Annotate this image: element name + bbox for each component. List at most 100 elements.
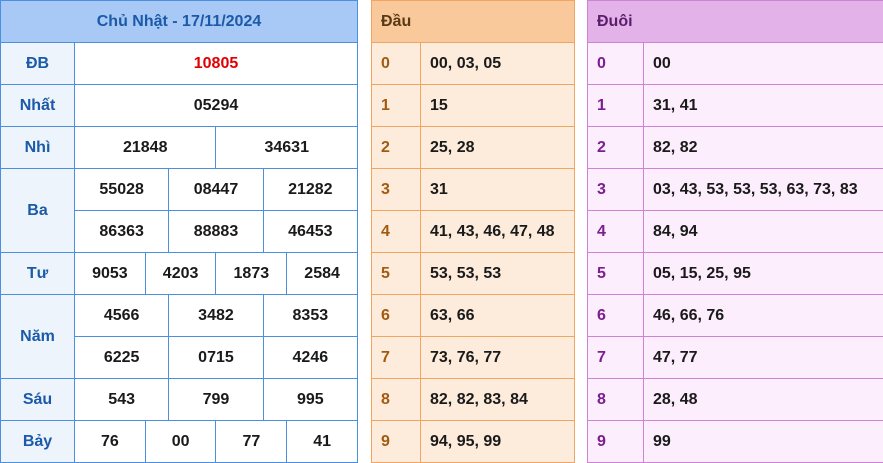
digit-label: 9: [372, 421, 421, 463]
third-prize-value: 46453: [263, 211, 357, 253]
digit-label: 8: [372, 379, 421, 421]
seventh-prize-value: 41: [287, 421, 358, 463]
fifth-prize-value: 3482: [169, 295, 263, 337]
fourth-prize-value: 9053: [75, 253, 146, 295]
digit-values: 05, 15, 25, 95: [644, 253, 883, 295]
digit-label: 7: [588, 337, 644, 379]
table-row: 663, 66: [372, 295, 575, 337]
digit-values: 73, 76, 77: [421, 337, 575, 379]
digit-values: 00, 03, 05: [421, 43, 575, 85]
table-row: 303, 43, 53, 53, 53, 63, 73, 83: [588, 169, 883, 211]
prize-row-second: Nhì 21848 34631: [1, 127, 358, 169]
table-row: 282, 82: [588, 127, 883, 169]
tail-digit-table: Đuôi 000 131, 41 282, 82 303, 43, 53, 53…: [587, 0, 883, 463]
table-row: 773, 76, 77: [372, 337, 575, 379]
digit-label: 4: [372, 211, 421, 253]
third-prize-value: 86363: [75, 211, 169, 253]
digit-label: 6: [588, 295, 644, 337]
digit-values: 28, 48: [644, 379, 883, 421]
digit-values: 53, 53, 53: [421, 253, 575, 295]
digit-label: 0: [372, 43, 421, 85]
third-prize-value: 88883: [169, 211, 263, 253]
head-digit-table: Đầu 000, 03, 05 115 225, 28 331 441, 43,…: [371, 0, 575, 463]
prize-label-special: ĐB: [1, 43, 75, 85]
digit-values: 41, 43, 46, 47, 48: [421, 211, 575, 253]
sixth-prize-value: 543: [75, 379, 169, 421]
prize-label-sixth: Sáu: [1, 379, 75, 421]
digit-values: 94, 95, 99: [421, 421, 575, 463]
table-row: 000: [588, 43, 883, 85]
digit-values: 31, 41: [644, 85, 883, 127]
digit-values: 99: [644, 421, 883, 463]
prize-row-fourth: Tư 9053 4203 1873 2584: [1, 253, 358, 295]
sixth-prize-value: 799: [169, 379, 263, 421]
digit-values: 03, 43, 53, 53, 53, 63, 73, 83: [644, 169, 883, 211]
prize-row-seventh: Bảy 76 00 77 41: [1, 421, 358, 463]
digit-label: 3: [588, 169, 644, 211]
digit-label: 1: [588, 85, 644, 127]
results-title: Chủ Nhật - 17/11/2024: [1, 1, 358, 43]
digit-label: 1: [372, 85, 421, 127]
prize-row-third: Ba 55028 08447 21282: [1, 169, 358, 211]
digit-label: 0: [588, 43, 644, 85]
digit-values: 84, 94: [644, 211, 883, 253]
digit-label: 9: [588, 421, 644, 463]
digit-values: 31: [421, 169, 575, 211]
digit-label: 8: [588, 379, 644, 421]
table-row: 646, 66, 76: [588, 295, 883, 337]
prize-label-seventh: Bảy: [1, 421, 75, 463]
digit-values: 82, 82: [644, 127, 883, 169]
table-row: 828, 48: [588, 379, 883, 421]
digit-values: 63, 66: [421, 295, 575, 337]
digit-label: 3: [372, 169, 421, 211]
digit-values: 47, 77: [644, 337, 883, 379]
table-row: 882, 82, 83, 84: [372, 379, 575, 421]
table-row: 115: [372, 85, 575, 127]
fourth-prize-value: 4203: [145, 253, 216, 295]
table-row: 747, 77: [588, 337, 883, 379]
digit-label: 2: [372, 127, 421, 169]
fifth-prize-value: 4566: [75, 295, 169, 337]
seventh-prize-value: 76: [75, 421, 146, 463]
second-prize-value: 21848: [75, 127, 216, 169]
fifth-prize-value: 8353: [263, 295, 357, 337]
table-row: 484, 94: [588, 211, 883, 253]
digit-values: 15: [421, 85, 575, 127]
third-prize-value: 21282: [263, 169, 357, 211]
digit-label: 4: [588, 211, 644, 253]
prize-label-second: Nhì: [1, 127, 75, 169]
prize-row-sixth: Sáu 543 799 995: [1, 379, 358, 421]
table-row: 225, 28: [372, 127, 575, 169]
tail-digit-title: Đuôi: [588, 1, 883, 43]
table-row: 994, 95, 99: [372, 421, 575, 463]
head-digit-title: Đầu: [372, 1, 575, 43]
table-row: 131, 41: [588, 85, 883, 127]
digit-label: 7: [372, 337, 421, 379]
sixth-prize-value: 995: [263, 379, 357, 421]
digit-label: 5: [372, 253, 421, 295]
fifth-prize-value: 4246: [263, 337, 357, 379]
prize-row-first: Nhất 05294: [1, 85, 358, 127]
fifth-prize-value: 0715: [169, 337, 263, 379]
table-row: 505, 15, 25, 95: [588, 253, 883, 295]
third-prize-value: 08447: [169, 169, 263, 211]
fifth-prize-value: 6225: [75, 337, 169, 379]
digit-values: 46, 66, 76: [644, 295, 883, 337]
digit-label: 2: [588, 127, 644, 169]
second-prize-value: 34631: [216, 127, 358, 169]
third-prize-value: 55028: [75, 169, 169, 211]
lottery-results-table: Chủ Nhật - 17/11/2024 ĐB 10805 Nhất 0529…: [0, 0, 358, 463]
prize-label-fourth: Tư: [1, 253, 75, 295]
table-row: 553, 53, 53: [372, 253, 575, 295]
fourth-prize-value: 1873: [216, 253, 287, 295]
prize-label-fifth: Năm: [1, 295, 75, 379]
digit-label: 5: [588, 253, 644, 295]
special-prize-value: 10805: [75, 43, 358, 85]
table-row: 441, 43, 46, 47, 48: [372, 211, 575, 253]
prize-row-fifth: Năm 4566 3482 8353: [1, 295, 358, 337]
prize-label-first: Nhất: [1, 85, 75, 127]
table-row: 999: [588, 421, 883, 463]
fourth-prize-value: 2584: [287, 253, 358, 295]
digit-values: 25, 28: [421, 127, 575, 169]
digit-label: 6: [372, 295, 421, 337]
